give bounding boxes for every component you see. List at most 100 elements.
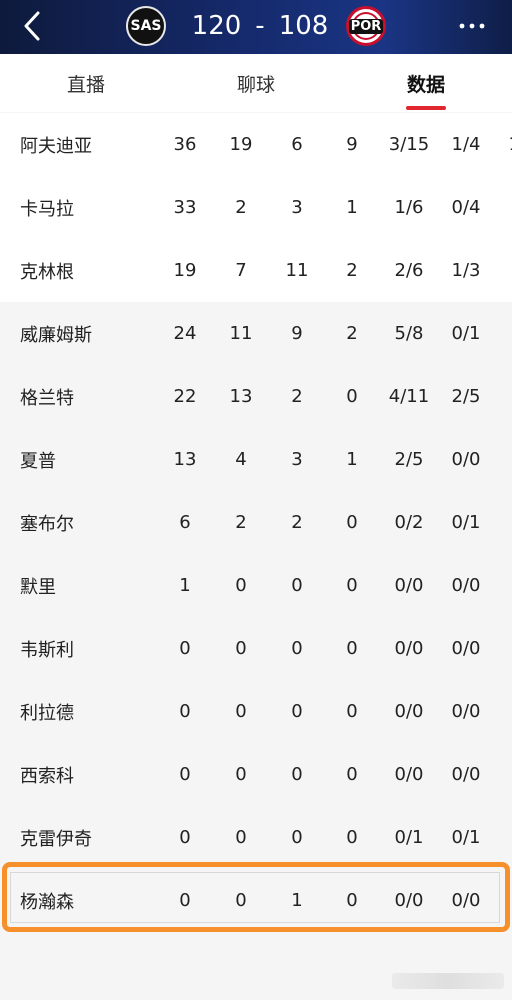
stat-cell: 0	[235, 827, 247, 848]
stat-cell: 2	[291, 512, 303, 533]
home-score: 120	[191, 11, 242, 41]
stat-cell: 0	[235, 890, 247, 911]
stat-cell: 0	[235, 575, 247, 596]
away-team-abbr: POR	[348, 18, 384, 34]
stat-cell: 0	[179, 890, 191, 911]
away-team-logo[interactable]: POR	[346, 6, 386, 46]
stat-cell: 3/15	[388, 134, 430, 155]
stat-cell: 0	[346, 512, 358, 533]
stat-cell: 0/0	[451, 638, 481, 659]
table-row[interactable]: 威廉姆斯 24 11 9 2 5/8 0/1 1	[0, 302, 512, 365]
stat-cell: 0	[179, 764, 191, 785]
back-arrow-icon[interactable]	[18, 9, 48, 43]
stat-cell: 0	[291, 827, 303, 848]
tab-live[interactable]: 直播	[46, 54, 126, 112]
score-separator: -	[255, 11, 265, 41]
stat-cell: 6	[179, 512, 191, 533]
watermark	[392, 973, 504, 989]
more-options-icon[interactable]	[454, 12, 490, 40]
stat-cell: 0/0	[394, 575, 424, 596]
stat-cell: 4	[235, 449, 247, 470]
stat-cell: 0/0	[394, 638, 424, 659]
player-name: 克雷伊奇	[20, 828, 92, 850]
table-row[interactable]: 利拉德 0 0 0 0 0/0 0/0 0	[0, 680, 512, 743]
table-row[interactable]: 克林根 19 7 11 2 2/6 1/3 2	[0, 239, 512, 302]
stat-cell: 0	[490, 743, 512, 806]
table-row[interactable]: 克雷伊奇 0 0 0 0 0/1 0/1 0	[0, 806, 512, 869]
stat-cell: 0	[346, 890, 358, 911]
table-row[interactable]: 格兰特 22 13 2 0 4/11 2/5 3	[0, 365, 512, 428]
stat-cell: 11	[229, 323, 253, 344]
stat-cell: 5/8	[394, 323, 424, 344]
stat-cell: 3	[291, 449, 303, 470]
stat-cell: 1	[179, 575, 191, 596]
stat-cell: 0/2	[394, 512, 424, 533]
stat-cell: 4/11	[388, 386, 430, 407]
player-name: 西索科	[20, 765, 74, 787]
stat-cell: 2	[346, 260, 358, 281]
table-row[interactable]: 杨瀚森 0 0 1 0 0/0 0/0	[0, 869, 512, 932]
stat-cell: 12	[490, 113, 512, 176]
stat-cell: 0/0	[451, 449, 481, 470]
home-team-logo[interactable]: SAS	[126, 6, 166, 46]
stat-cell: 1/4	[451, 134, 481, 155]
stat-cell: 0	[179, 701, 191, 722]
stat-cell: 1/3	[451, 260, 481, 281]
stat-cell: 0/1	[451, 827, 481, 848]
stat-cell: 13	[229, 386, 253, 407]
table-row[interactable]: 西索科 0 0 0 0 0/0 0/0 0	[0, 743, 512, 806]
home-team-abbr: SAS	[130, 18, 162, 34]
stat-cell: 19	[173, 260, 197, 281]
stat-cell: 0/0	[451, 890, 481, 911]
stat-cell: 0	[346, 386, 358, 407]
game-header: SAS 120 - 108 POR	[0, 0, 512, 54]
stat-cell: 3	[291, 197, 303, 218]
stat-cell: 9	[291, 323, 303, 344]
tab-data[interactable]: 数据	[386, 54, 466, 112]
player-name: 塞布尔	[20, 513, 74, 535]
table-row[interactable]: 韦斯利 0 0 0 0 0/0 0/0 0	[0, 617, 512, 680]
stat-cell: 0	[490, 617, 512, 680]
stat-cell: 2/5	[451, 386, 481, 407]
stat-cell: 0/1	[451, 323, 481, 344]
stat-cell: 0	[490, 428, 512, 491]
stat-cell: 0	[346, 701, 358, 722]
player-name: 利拉德	[20, 702, 74, 724]
stat-cell: 0/0	[451, 575, 481, 596]
stat-cell: 2	[291, 386, 303, 407]
stat-cell: 0	[179, 638, 191, 659]
stat-cell: 19	[229, 134, 253, 155]
stat-cell: 2	[235, 512, 247, 533]
player-name: 夏普	[20, 450, 56, 472]
stat-cell: 0	[179, 827, 191, 848]
stat-cell: 0	[235, 764, 247, 785]
table-row[interactable]: 夏普 13 4 3 1 2/5 0/0 0	[0, 428, 512, 491]
player-name: 韦斯利	[20, 639, 74, 661]
tab-bar: 直播 聊球 数据	[0, 54, 512, 112]
stat-cell: 2/5	[394, 449, 424, 470]
stat-cell: 2/6	[394, 260, 424, 281]
away-score: 108	[278, 11, 329, 41]
tab-chat[interactable]: 聊球	[216, 54, 296, 112]
stat-cell: 1	[490, 302, 512, 365]
stat-cell: 0/0	[394, 764, 424, 785]
stat-cell: 33	[173, 197, 197, 218]
table-row[interactable]: 塞布尔 6 2 2 0 0/2 0/1 2	[0, 491, 512, 554]
stat-cell: 36	[173, 134, 197, 155]
table-row[interactable]: 默里 1 0 0 0 0/0 0/0 0	[0, 554, 512, 617]
stat-cell: 24	[173, 323, 197, 344]
player-name: 威廉姆斯	[20, 324, 92, 346]
stat-cell: 0	[291, 575, 303, 596]
stat-cell: 0	[490, 176, 512, 239]
stat-cell: 0	[291, 638, 303, 659]
stat-cell: 0	[346, 575, 358, 596]
stat-cell: 1/6	[394, 197, 424, 218]
table-row[interactable]: 卡马拉 33 2 3 1 1/6 0/4 0	[0, 176, 512, 239]
stat-cell: 0	[346, 638, 358, 659]
stat-cell: 0/1	[394, 827, 424, 848]
player-name: 阿夫迪亚	[20, 135, 92, 157]
stat-cell: 22	[173, 386, 197, 407]
table-row[interactable]: 阿夫迪亚 36 19 6 9 3/15 1/4 12	[0, 113, 512, 176]
stat-cell: 1	[346, 449, 358, 470]
stat-cell: 0	[490, 680, 512, 743]
